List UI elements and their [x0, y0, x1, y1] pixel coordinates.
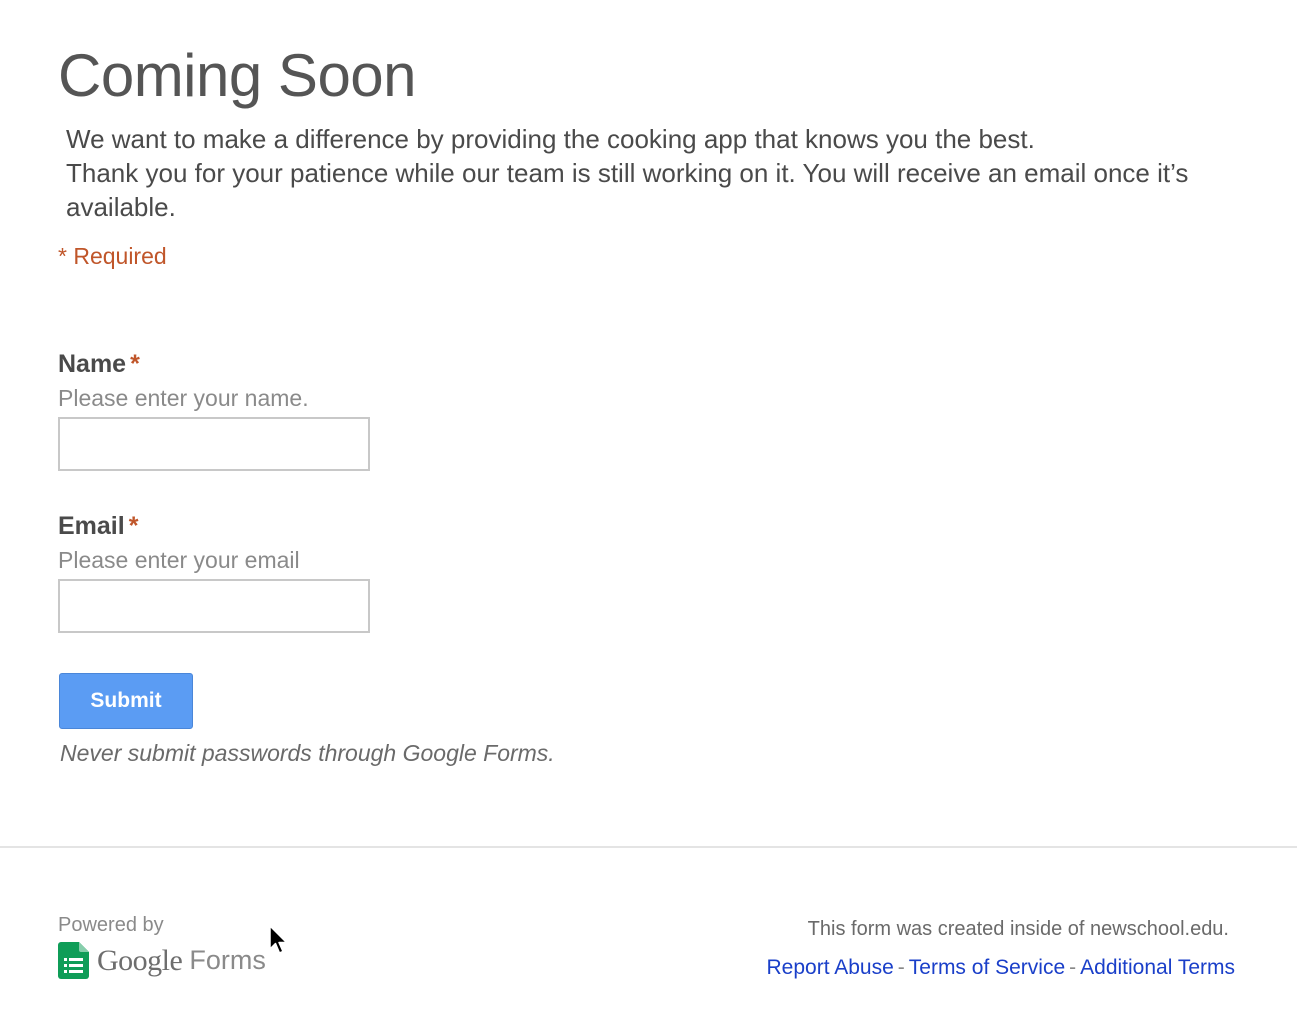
form-description: We want to make a difference by providin… — [66, 122, 1246, 224]
created-inside-note: This form was created inside of newschoo… — [807, 918, 1229, 940]
name-label-row: Name * — [58, 348, 370, 380]
email-input[interactable] — [58, 579, 370, 633]
logo-forms-text: Forms — [189, 945, 266, 975]
name-help-text: Please enter your name. — [58, 385, 309, 411]
terms-of-service-link[interactable]: Terms of Service — [909, 956, 1065, 979]
footer-divider — [0, 846, 1297, 848]
logo-google-text: Google — [97, 943, 183, 977]
email-label: Email — [58, 512, 125, 540]
link-separator: - — [897, 956, 905, 979]
name-input[interactable] — [58, 417, 370, 471]
mouse-pointer-icon — [269, 925, 288, 954]
description-line-2: Thank you for your patience while our te… — [66, 158, 1189, 222]
required-star: * — [128, 512, 139, 540]
google-forms-logo[interactable]: Google Forms — [58, 942, 266, 979]
email-label-row: Email * — [58, 510, 370, 542]
footer-links: Report Abuse - Terms of Service - Additional… — [767, 956, 1236, 980]
name-label: Name — [58, 350, 127, 378]
submit-button[interactable]: Submit — [59, 673, 193, 729]
required-star: * — [130, 350, 140, 378]
description-line-1: We want to make a difference by providin… — [66, 124, 1035, 154]
email-question: Email * Please enter your email — [58, 510, 370, 633]
page-title: Coming Soon — [58, 42, 417, 109]
required-note: * Required — [58, 243, 167, 269]
link-separator: - — [1069, 956, 1077, 979]
powered-by-label: Powered by — [58, 914, 164, 936]
email-help-text: Please enter your email — [58, 547, 300, 573]
google-forms-icon — [58, 942, 89, 979]
google-form-page: Coming Soon We want to make a difference… — [0, 0, 1297, 1018]
report-abuse-link[interactable]: Report Abuse — [767, 956, 894, 979]
additional-terms-link[interactable]: Additional Terms — [1080, 956, 1235, 979]
password-warning: Never submit passwords through Google Fo… — [60, 740, 555, 766]
name-question: Name * Please enter your name. — [58, 348, 370, 471]
